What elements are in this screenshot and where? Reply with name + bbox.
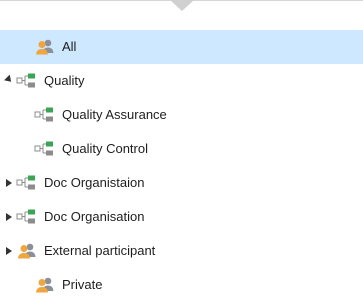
- tree-item-label: Quality Assurance: [62, 107, 167, 122]
- collapsed-arrow-icon[interactable]: [4, 212, 14, 222]
- tree-item-quality-control[interactable]: Quality Control: [0, 132, 363, 166]
- tree-view: All Quality Quality Assurance Quality Co…: [0, 30, 363, 302]
- tree-item-label: External participant: [44, 243, 156, 258]
- hierarchy-icon: [34, 106, 56, 124]
- collapsed-arrow-icon[interactable]: [4, 246, 14, 256]
- hierarchy-icon: [16, 174, 38, 192]
- tree-item-all[interactable]: All: [0, 30, 363, 64]
- group-users-icon: [34, 38, 56, 56]
- tree-item-label: Quality Control: [62, 141, 148, 156]
- tree-item-doc-organisation[interactable]: Doc Organisation: [0, 200, 363, 234]
- tree-item-label: Quality: [44, 73, 85, 88]
- tree-item-private[interactable]: Private: [0, 268, 363, 302]
- hierarchy-icon: [34, 140, 56, 158]
- hierarchy-icon: [16, 208, 38, 226]
- tree-item-label: Private: [62, 277, 103, 292]
- tree-item-label: Doc Organisation: [44, 209, 145, 224]
- tree-item-label: Doc Organistaion: [44, 175, 145, 190]
- tree-item-doc-organistaion[interactable]: Doc Organistaion: [0, 166, 363, 200]
- tree-item-label: All: [62, 39, 77, 54]
- group-users-icon: [34, 276, 56, 294]
- collapse-handle-icon[interactable]: [169, 0, 194, 11]
- tree-item-quality[interactable]: Quality: [0, 64, 363, 98]
- tree-item-quality-assurance[interactable]: Quality Assurance: [0, 98, 363, 132]
- hierarchy-icon: [16, 72, 38, 90]
- group-users-icon: [16, 242, 38, 260]
- collapsed-arrow-icon[interactable]: [4, 178, 14, 188]
- tree-item-external-participant[interactable]: External participant: [0, 234, 363, 268]
- expanded-arrow-icon[interactable]: [4, 74, 14, 86]
